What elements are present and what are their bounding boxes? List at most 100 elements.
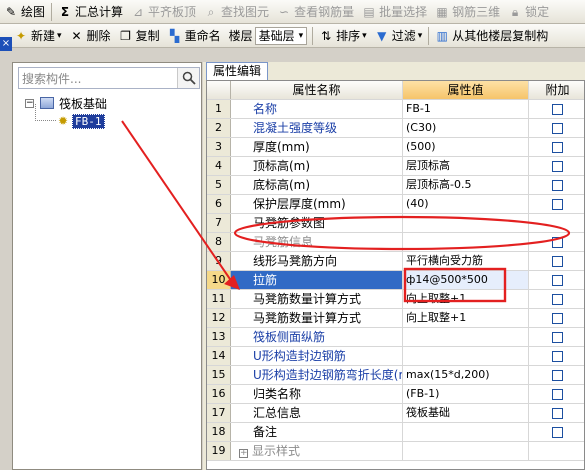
property-value[interactable]: FB-1 <box>403 100 529 118</box>
row-number: 8 <box>207 233 231 251</box>
add-cell <box>529 385 584 403</box>
add-checkbox[interactable] <box>552 407 563 419</box>
batch-select-button[interactable]: ▤ 批量选择 <box>358 2 431 22</box>
add-checkbox[interactable] <box>552 369 563 381</box>
summary-button[interactable]: Σ 汇总计算 <box>54 2 127 22</box>
property-value[interactable] <box>403 328 529 346</box>
property-value[interactable]: 平行横向受力筋 <box>403 252 529 270</box>
add-checkbox[interactable] <box>552 274 563 286</box>
table-row[interactable]: 16 归类名称 (FB-1) <box>207 385 584 404</box>
row-number: 3 <box>207 138 231 156</box>
add-checkbox[interactable] <box>552 293 563 305</box>
expand-icon[interactable]: + <box>239 449 248 458</box>
grid-header: 属性名称 属性值 附加 <box>207 81 584 100</box>
table-row[interactable]: 11 马凳筋数量计算方式 向上取整+1 <box>207 290 584 309</box>
property-value[interactable]: 向上取整+1 <box>403 309 529 327</box>
table-row[interactable]: 12 马凳筋数量计算方式 向上取整+1 <box>207 309 584 328</box>
flush-slab-button[interactable]: ⊿ 平齐板顶 <box>127 2 200 22</box>
add-checkbox[interactable] <box>552 141 563 153</box>
search-input[interactable]: 搜索构件... <box>19 70 177 87</box>
property-value[interactable]: ф14@500*500 <box>403 271 529 289</box>
table-row[interactable]: 9 线形马凳筋方向 平行横向受力筋 <box>207 252 584 271</box>
property-value[interactable]: (500) <box>403 138 529 156</box>
add-checkbox[interactable] <box>552 426 563 438</box>
copy-from-floor-button[interactable]: ▥ 从其他楼层复制构 <box>431 26 552 46</box>
property-value[interactable] <box>403 423 529 441</box>
find-element-button[interactable]: ⌕ 查找图元 <box>200 2 273 22</box>
table-row[interactable]: 17 汇总信息 筏板基础 <box>207 404 584 423</box>
filter-button[interactable]: ▼ 过滤 ▾ <box>371 26 427 46</box>
table-row[interactable]: 2 混凝土强度等级 (C30) <box>207 119 584 138</box>
close-icon[interactable]: × <box>0 37 12 51</box>
table-row[interactable]: 1 名称 FB-1 <box>207 100 584 119</box>
property-value[interactable]: (C30) <box>403 119 529 137</box>
add-checkbox[interactable] <box>552 236 563 248</box>
table-row[interactable]: 7 马凳筋参数图 <box>207 214 584 233</box>
tab-property-edit[interactable]: 属性编辑 <box>206 62 269 80</box>
search-button[interactable] <box>177 68 199 88</box>
add-cell <box>529 309 584 327</box>
property-value[interactable] <box>403 442 529 460</box>
sort-button[interactable]: ⇅ 排序 ▾ <box>315 26 371 46</box>
add-cell <box>529 347 584 365</box>
table-row[interactable]: 18 备注 <box>207 423 584 442</box>
table-row[interactable]: 10 拉筋 ф14@500*500 <box>207 271 584 290</box>
property-value[interactable]: 筏板基础 <box>403 404 529 422</box>
table-row[interactable]: 4 顶标高(m) 层顶标高 <box>207 157 584 176</box>
add-cell <box>529 233 584 251</box>
property-value[interactable]: 层顶标高-0.5 <box>403 176 529 194</box>
add-checkbox[interactable] <box>552 255 563 267</box>
add-checkbox[interactable] <box>552 160 563 172</box>
add-cell <box>529 328 584 346</box>
property-name: 名称 <box>231 100 403 118</box>
add-checkbox[interactable] <box>552 122 563 134</box>
table-row[interactable]: 8 马凳筋信息 <box>207 233 584 252</box>
rebar-3d-button[interactable]: ▦ 钢筋三维 <box>431 2 504 22</box>
add-checkbox[interactable] <box>552 103 563 115</box>
draw-button[interactable]: ✎ 绘图 <box>0 2 49 22</box>
property-value[interactable]: (FB-1) <box>403 385 529 403</box>
property-value[interactable]: 向上取整+1 <box>403 290 529 308</box>
table-row[interactable]: 3 厚度(mm) (500) <box>207 138 584 157</box>
add-checkbox[interactable] <box>552 312 563 324</box>
copy-button[interactable]: ❐ 复制 <box>115 26 164 46</box>
table-row[interactable]: 14 U形构造封边钢筋 <box>207 347 584 366</box>
collapse-icon[interactable]: − <box>25 98 34 108</box>
header-name: 属性名称 <box>231 81 403 99</box>
table-row[interactable]: 5 底标高(m) 层顶标高-0.5 <box>207 176 584 195</box>
sigma-icon: Σ <box>60 4 70 19</box>
add-checkbox[interactable] <box>552 179 563 191</box>
lock-button[interactable]: 🔒︎ 锁定 <box>504 2 553 22</box>
property-panel: 属性编辑 属性名称 属性值 附加 1 名称 FB-1 2 混凝土强度等级 (C30) 3 厚度… <box>203 62 585 470</box>
table-row[interactable]: 6 保护层厚度(mm) (40) <box>207 195 584 214</box>
filter-icon: ▼ <box>377 28 387 43</box>
rename-button[interactable]: ▚ 重命名 <box>164 26 225 46</box>
property-name: 顶标高(m) <box>231 157 403 175</box>
table-row[interactable]: 19 + 显示样式 <box>207 442 584 461</box>
property-name: 混凝土强度等级 <box>231 119 403 137</box>
property-value[interactable]: 层顶标高 <box>403 157 529 175</box>
delete-button[interactable]: ✕ 删除 <box>66 26 115 46</box>
chevron-down-icon: ▾ <box>417 30 423 41</box>
table-row[interactable]: 13 筏板侧面纵筋 <box>207 328 584 347</box>
property-value[interactable] <box>403 233 529 251</box>
view-rebar-button[interactable]: ∽ 查看钢筋量 <box>273 2 358 22</box>
property-value[interactable]: (40) <box>403 195 529 213</box>
search-box: 搜索构件... <box>18 67 200 89</box>
table-row[interactable]: 15U形构造封边钢筋弯折长度(mm)max(15*d,200) <box>207 366 584 385</box>
add-cell <box>529 214 584 232</box>
add-checkbox[interactable] <box>552 198 563 210</box>
new-button[interactable]: ✦ 新建 ▾ <box>10 26 66 46</box>
property-value[interactable] <box>403 347 529 365</box>
property-value[interactable]: max(15*d,200) <box>403 366 529 384</box>
property-value[interactable] <box>403 214 529 232</box>
add-checkbox[interactable] <box>552 331 563 343</box>
add-cell <box>529 290 584 308</box>
floor-select[interactable]: 基础层 ▾ <box>254 26 308 45</box>
add-checkbox[interactable] <box>552 388 563 400</box>
tree-node-fb1[interactable]: ✹ FB-1 <box>34 104 107 130</box>
row-number: 14 <box>207 347 231 365</box>
add-checkbox[interactable] <box>552 350 563 362</box>
header-value: 属性值 <box>403 81 529 99</box>
property-name: 马凳筋信息 <box>231 233 403 251</box>
